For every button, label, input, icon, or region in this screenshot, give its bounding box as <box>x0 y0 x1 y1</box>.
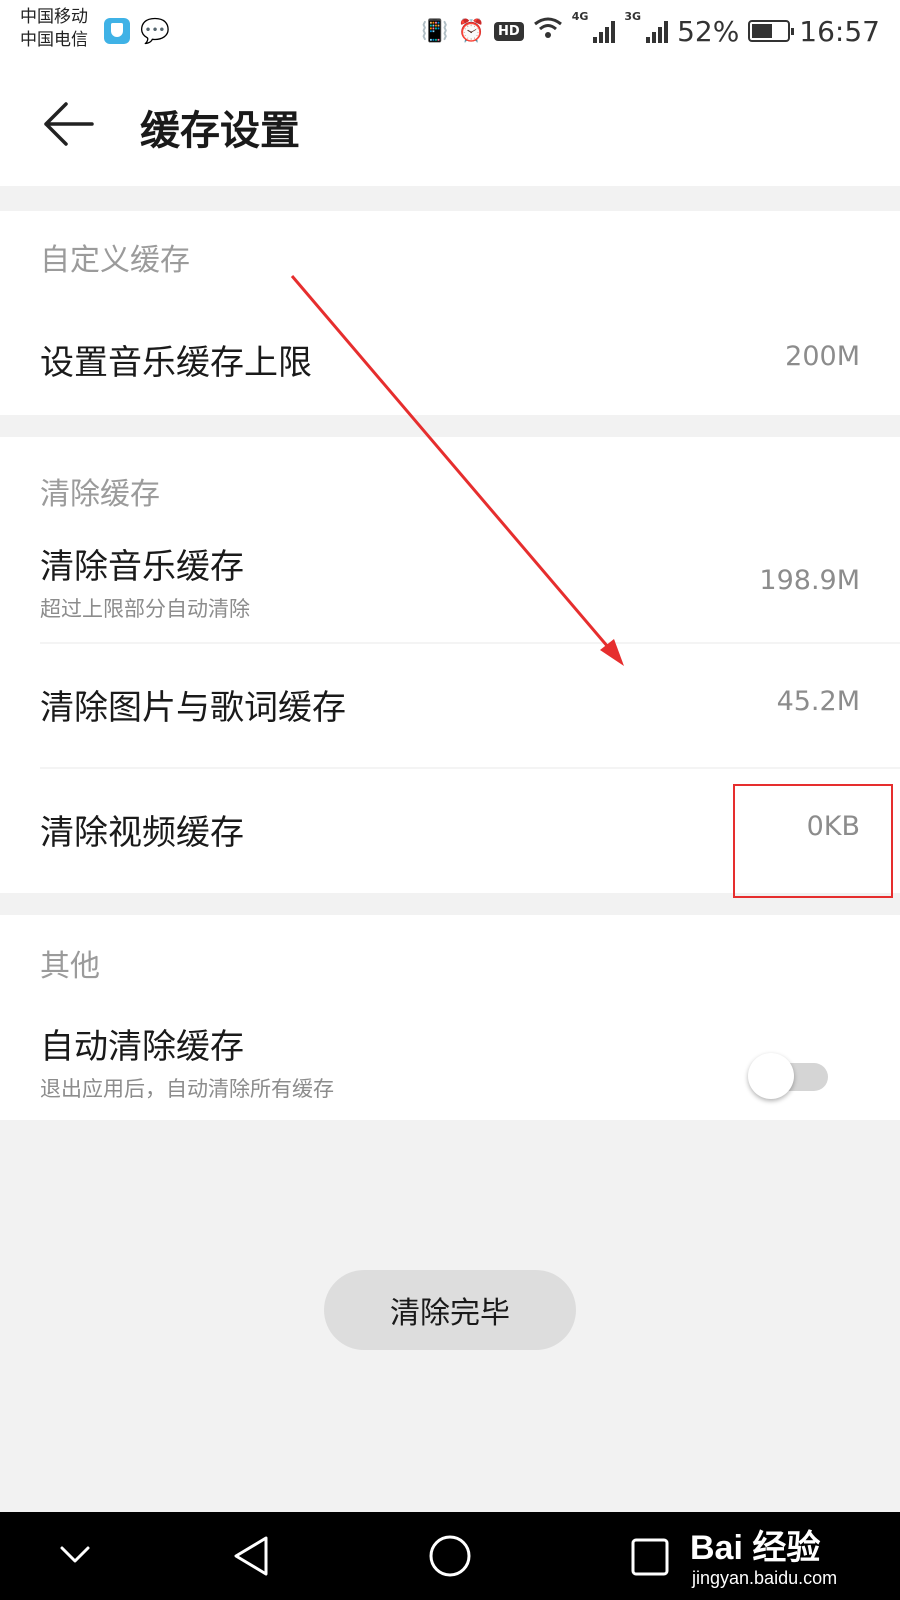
system-nav-bar: Bai 经验 jingyan.baidu.com <box>0 1512 900 1600</box>
battery-percent: 52% <box>677 14 740 48</box>
back-button[interactable] <box>40 96 96 152</box>
other-section: 其他 自动清除缓存 退出应用后，自动清除所有缓存 <box>0 915 900 1120</box>
page-title: 缓存设置 <box>140 108 300 154</box>
hd-icon: HD <box>494 21 524 41</box>
clear-done-button[interactable]: 清除完毕 <box>324 1270 576 1350</box>
row-value: 200M <box>785 341 860 372</box>
music-cache-limit-row[interactable]: 设置音乐缓存上限 200M <box>0 305 900 415</box>
back-arrow-icon <box>44 102 94 146</box>
wifi-icon <box>533 16 563 46</box>
section-header-clear: 清除缓存 <box>40 477 160 512</box>
watermark-brand: Bai 经验 <box>690 1529 821 1567</box>
baidu-jingyan-watermark: Bai 经验 jingyan.baidu.com <box>690 1520 890 1596</box>
network-type-1: 4G <box>571 10 589 23</box>
row-value: 45.2M <box>776 686 860 717</box>
triangle-back-icon <box>234 1536 268 1576</box>
row-title: 清除图片与歌词缓存 <box>40 688 346 728</box>
clock: 16:57 <box>799 14 880 48</box>
custom-cache-section: 自定义缓存 设置音乐缓存上限 200M <box>0 211 900 415</box>
network-type-2: 3G <box>624 10 642 23</box>
nav-home-button[interactable] <box>415 1528 485 1584</box>
row-subtitle: 超过上限部分自动清除 <box>40 597 250 621</box>
status-bar: 中国移动 中国电信 💬 📳 ⏰ HD 4G 3G 52% 16:57 <box>0 0 900 62</box>
toggle-knob <box>748 1053 794 1099</box>
battery-icon <box>748 20 795 42</box>
row-title: 自动清除缓存 <box>40 1027 244 1067</box>
clear-music-cache-row[interactable]: 清除音乐缓存 超过上限部分自动清除 198.9M <box>0 529 900 641</box>
security-app-icon <box>104 18 130 44</box>
status-indicators: 📳 ⏰ HD 4G 3G 52% 16:57 <box>421 10 880 52</box>
carrier-1: 中国移动 <box>20 7 88 27</box>
clear-images-lyrics-cache-row[interactable]: 清除图片与歌词缓存 45.2M <box>0 644 900 766</box>
row-value: 198.9M <box>759 565 860 596</box>
square-recents-icon <box>631 1538 669 1576</box>
section-header-custom: 自定义缓存 <box>40 243 190 278</box>
annotation-highlight-box <box>733 784 893 898</box>
watermark-url: jingyan.baidu.com <box>692 1568 838 1588</box>
nav-hide-button[interactable] <box>40 1528 110 1584</box>
circle-home-icon <box>429 1535 471 1577</box>
app-bar: 缓存设置 <box>0 62 900 186</box>
auto-clear-cache-row[interactable]: 自动清除缓存 退出应用后，自动清除所有缓存 <box>0 915 900 1120</box>
carrier-names: 中国移动 中国电信 <box>20 6 88 52</box>
nav-back-button[interactable] <box>216 1528 286 1584</box>
vibrate-icon: 📳 <box>421 18 449 44</box>
nav-recents-button[interactable] <box>615 1528 685 1584</box>
row-title: 设置音乐缓存上限 <box>40 343 312 383</box>
chevron-down-icon <box>60 1546 90 1563</box>
row-subtitle: 退出应用后，自动清除所有缓存 <box>40 1077 334 1101</box>
wechat-icon: 💬 <box>140 17 170 45</box>
row-title: 清除音乐缓存 <box>40 547 244 587</box>
row-title: 清除视频缓存 <box>40 813 244 853</box>
carrier-2: 中国电信 <box>20 30 88 50</box>
signal-1-icon <box>593 19 616 43</box>
auto-clear-toggle[interactable] <box>748 1051 832 1101</box>
signal-2-icon <box>646 19 669 43</box>
alarm-icon: ⏰ <box>457 18 486 44</box>
